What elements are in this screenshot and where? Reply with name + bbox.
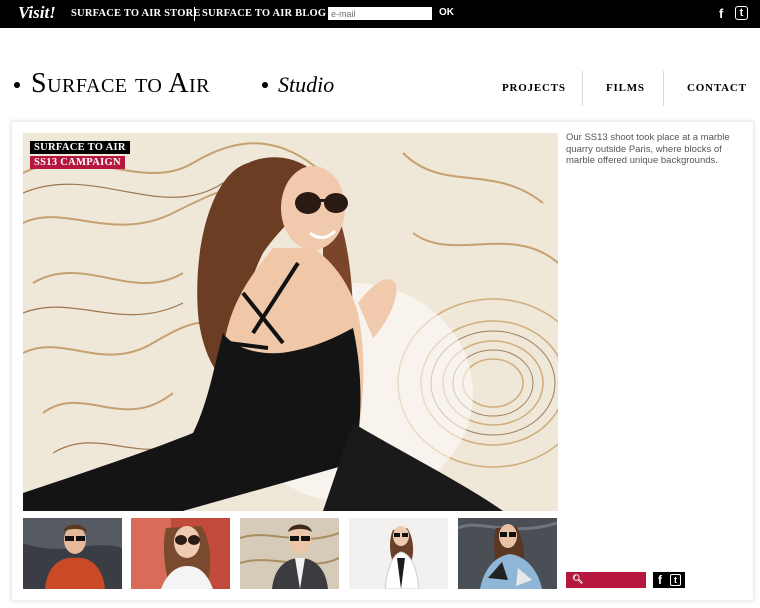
campaign-tag: SS13 CAMPAIGN <box>30 156 125 169</box>
ok-button[interactable]: OK <box>439 7 454 18</box>
thumbnail[interactable] <box>458 518 557 589</box>
blog-link[interactable]: SURFACE TO AIR BLOG <box>202 8 326 19</box>
feature-image[interactable] <box>23 133 558 511</box>
top-bar: Visit! SURFACE TO AIR STORE SURFACE TO A… <box>0 0 760 28</box>
thumbnail[interactable] <box>23 518 122 589</box>
nav-contact[interactable]: CONTACT <box>687 82 747 94</box>
diaporama-button[interactable]: 🔍︎ DIAPORAMA <box>566 572 646 601</box>
twitter-icon[interactable]: t <box>670 574 681 586</box>
facebook-icon[interactable]: f <box>719 6 723 21</box>
topbar-divider <box>194 7 195 21</box>
thumbnail[interactable] <box>240 518 339 589</box>
feature-description: Our SS13 shoot took place at a marble qu… <box>566 132 730 166</box>
diaporama-label: DIAPORAMA <box>572 590 639 601</box>
nav-films[interactable]: FILMS <box>606 82 645 94</box>
thumbnail[interactable] <box>349 518 448 589</box>
logo-bullet <box>262 82 268 88</box>
nav-divider <box>582 71 583 106</box>
nav-projects[interactable]: PROJECTS <box>502 82 566 94</box>
store-link[interactable]: SURFACE TO AIR STORE <box>71 8 201 19</box>
email-input[interactable] <box>328 7 432 20</box>
logo-bullet <box>14 82 20 88</box>
nav-divider <box>663 71 664 106</box>
brand-tag: SURFACE TO AIR <box>30 141 130 154</box>
thumbnail[interactable] <box>131 518 230 589</box>
brand-logo[interactable]: Surface to Air <box>31 68 210 100</box>
brand-subtitle: Studio <box>278 72 335 97</box>
search-icon: 🔍︎ <box>572 575 584 585</box>
facebook-icon[interactable]: f <box>658 573 662 587</box>
visit-label: Visit! <box>18 3 56 22</box>
twitter-icon[interactable]: t <box>735 6 748 20</box>
share-buttons: f t <box>653 572 685 588</box>
